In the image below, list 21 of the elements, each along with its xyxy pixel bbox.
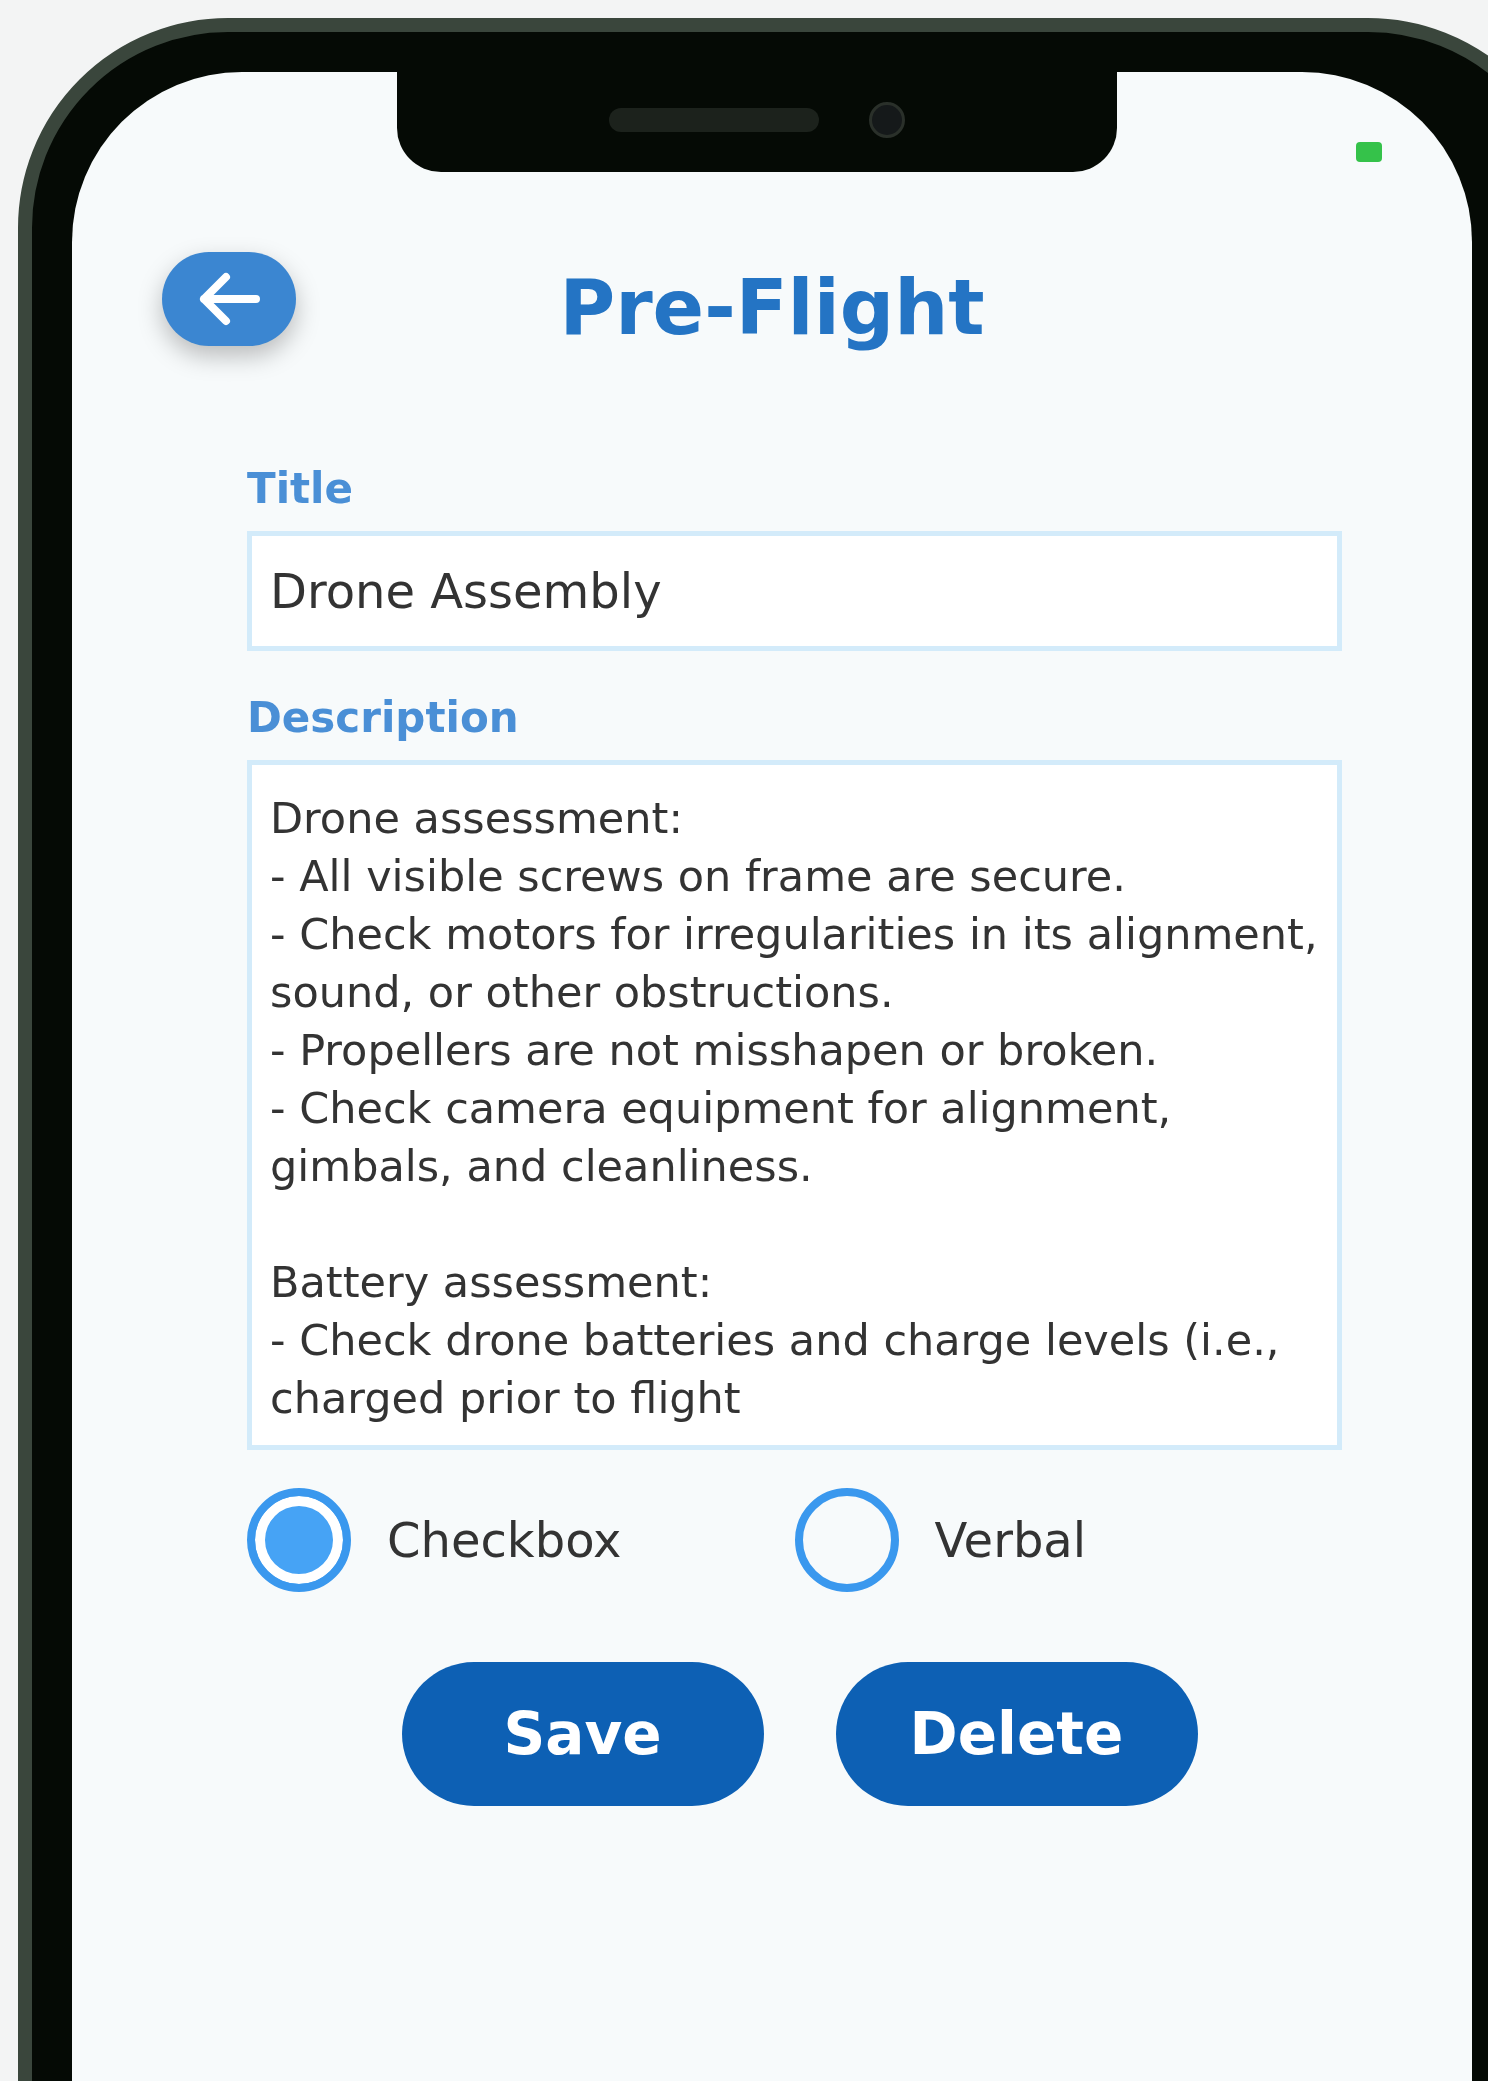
back-button[interactable] — [162, 252, 296, 346]
radio-label: Verbal — [934, 1512, 1087, 1568]
title-input[interactable]: Drone Assembly — [247, 531, 1342, 651]
description-line: - Check drone batteries and charge levels (i.e., charged prior to flight — [270, 1314, 1281, 1425]
action-button[interactable]: Delete — [835, 1662, 1198, 1806]
page-title: Pre-Flight — [559, 262, 985, 352]
description-line: - Propellers are not misshapen or broken. — [270, 1024, 1160, 1077]
description-line: - Check camera equipment for alignment, gimbals, and cleanliness. — [270, 1082, 1173, 1193]
battery-icon — [1356, 142, 1382, 162]
description-line: - Check motors for irregularities in its alignment, sound, or other obstructions. — [270, 908, 1319, 1019]
radio-label: Checkbox — [387, 1512, 622, 1568]
description-line: Drone assessment: — [270, 792, 684, 845]
field-label: Title — [247, 464, 354, 513]
action-button[interactable]: Save — [401, 1662, 764, 1806]
camera-icon — [869, 102, 905, 138]
description-textarea[interactable] — [247, 760, 1342, 1450]
description-line: Battery assessment: — [270, 1256, 714, 1309]
radio-button[interactable] — [794, 1488, 899, 1592]
speaker-icon — [609, 108, 819, 132]
field-label: Description — [247, 693, 520, 742]
description-line: - All visible screws on frame are secure. — [270, 850, 1127, 903]
